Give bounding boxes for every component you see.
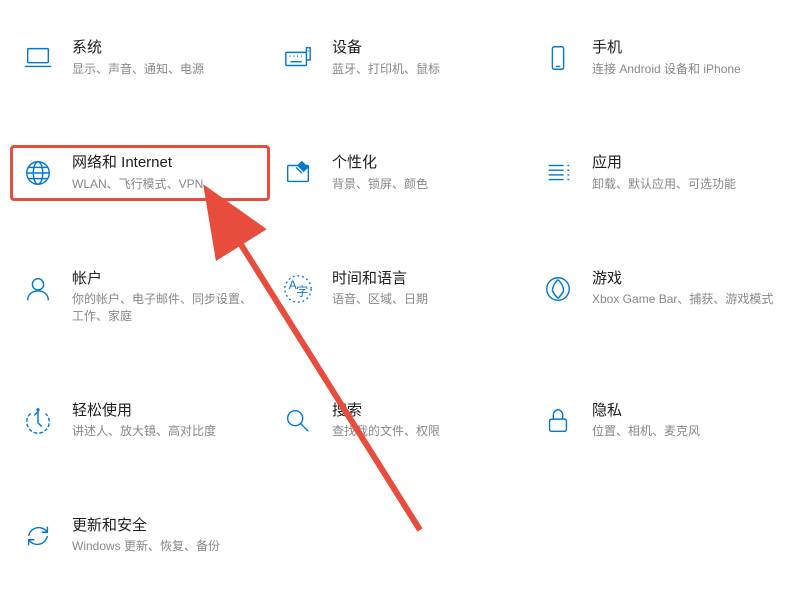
settings-item-ease-of-access[interactable]: 轻松使用 讲述人、放大镜、高对比度	[10, 393, 270, 448]
item-title: 应用	[592, 153, 780, 173]
personalization-icon	[280, 155, 316, 191]
item-desc: 你的帐户、电子邮件、同步设置、工作、家庭	[72, 291, 260, 325]
svg-text:字: 字	[296, 283, 308, 298]
item-title: 轻松使用	[72, 401, 260, 421]
item-title: 隐私	[592, 401, 780, 421]
globe-icon	[20, 155, 56, 191]
search-icon	[280, 403, 316, 439]
settings-item-time-language[interactable]: A字 时间和语言 语音、区域、日期	[270, 261, 530, 333]
settings-item-accounts[interactable]: 帐户 你的帐户、电子邮件、同步设置、工作、家庭	[10, 261, 270, 333]
settings-item-personalization[interactable]: 个性化 背景、锁屏、颜色	[270, 145, 530, 200]
item-desc: 语音、区域、日期	[332, 291, 520, 308]
privacy-icon	[540, 403, 576, 439]
item-title: 时间和语言	[332, 269, 520, 289]
item-desc: 蓝牙、打印机、鼠标	[332, 61, 520, 78]
item-desc: 位置、相机、麦克风	[592, 423, 780, 440]
settings-item-apps[interactable]: 应用 卸载、默认应用、可选功能	[530, 145, 790, 200]
item-title: 系统	[72, 38, 260, 58]
item-desc: 卸载、默认应用、可选功能	[592, 176, 780, 193]
account-icon	[20, 271, 56, 307]
settings-item-system[interactable]: 系统 显示、声音、通知、电源	[10, 30, 270, 85]
keyboard-icon	[280, 40, 316, 76]
settings-item-search[interactable]: 搜索 查找我的文件、权限	[270, 393, 530, 448]
settings-item-network[interactable]: 网络和 Internet WLAN、飞行模式、VPN	[10, 145, 270, 200]
settings-item-devices[interactable]: 设备 蓝牙、打印机、鼠标	[270, 30, 530, 85]
gaming-icon	[540, 271, 576, 307]
language-icon: A字	[280, 271, 316, 307]
item-title: 手机	[592, 38, 780, 58]
item-desc: 连接 Android 设备和 iPhone	[592, 61, 780, 78]
item-desc: Windows 更新、恢复、备份	[72, 538, 260, 555]
settings-grid: 系统 显示、声音、通知、电源 设备 蓝牙、打印机、鼠标 手机 连接 Androi…	[0, 0, 800, 593]
phone-icon	[540, 40, 576, 76]
item-desc: 背景、锁屏、颜色	[332, 176, 520, 193]
accessibility-icon	[20, 403, 56, 439]
item-title: 帐户	[72, 269, 260, 289]
item-title: 网络和 Internet	[72, 153, 260, 173]
item-desc: 查找我的文件、权限	[332, 423, 520, 440]
laptop-icon	[20, 40, 56, 76]
item-desc: 讲述人、放大镜、高对比度	[72, 423, 260, 440]
settings-item-privacy[interactable]: 隐私 位置、相机、麦克风	[530, 393, 790, 448]
item-title: 个性化	[332, 153, 520, 173]
settings-item-phone[interactable]: 手机 连接 Android 设备和 iPhone	[530, 30, 790, 85]
settings-item-update-security[interactable]: 更新和安全 Windows 更新、恢复、备份	[10, 508, 270, 563]
item-desc: Xbox Game Bar、捕获、游戏模式	[592, 291, 780, 308]
settings-item-gaming[interactable]: 游戏 Xbox Game Bar、捕获、游戏模式	[530, 261, 790, 333]
item-desc: 显示、声音、通知、电源	[72, 61, 260, 78]
item-title: 游戏	[592, 269, 780, 289]
item-title: 搜索	[332, 401, 520, 421]
item-desc: WLAN、飞行模式、VPN	[72, 176, 260, 193]
item-title: 设备	[332, 38, 520, 58]
update-icon	[20, 518, 56, 554]
apps-icon	[540, 155, 576, 191]
